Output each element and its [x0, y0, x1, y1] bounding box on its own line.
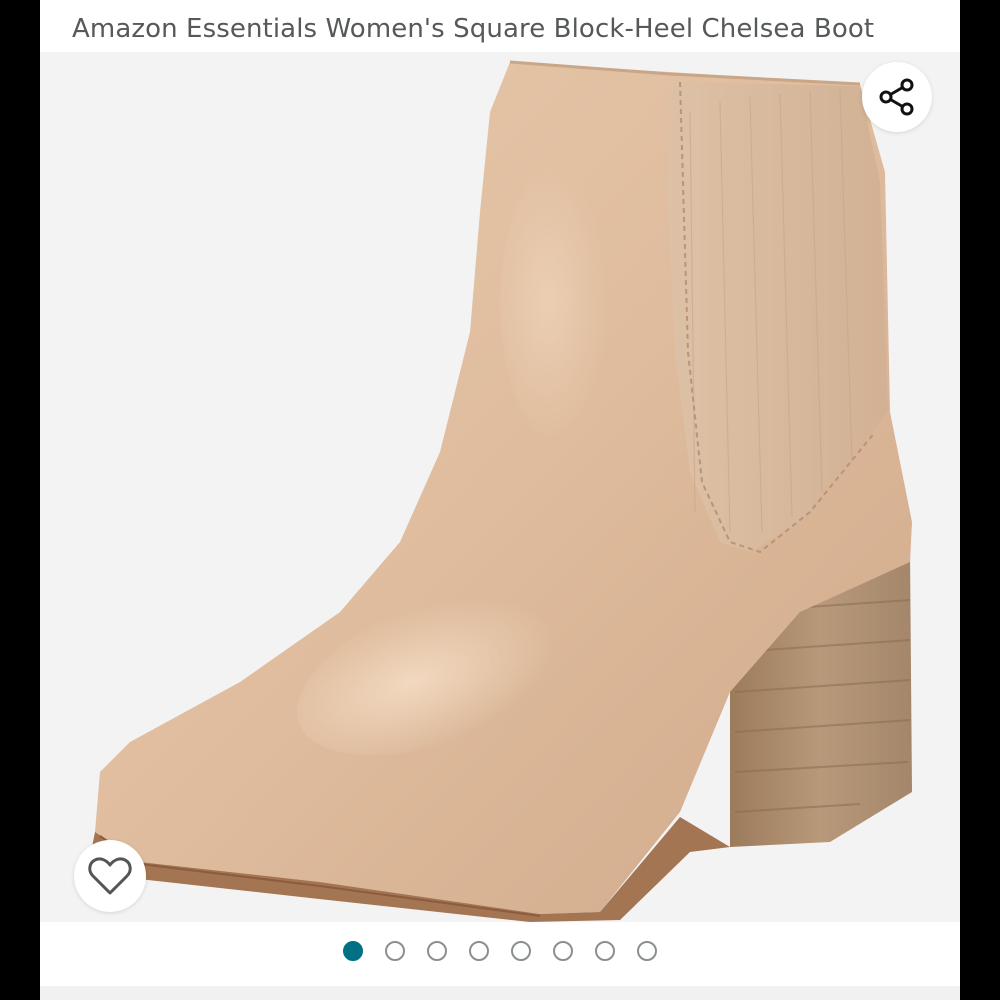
heart-outline-icon: [88, 857, 132, 895]
image-pagination: [40, 938, 960, 964]
image-gallery[interactable]: [40, 52, 960, 922]
section-divider: [40, 986, 960, 1000]
share-button[interactable]: [862, 62, 932, 132]
product-title: Amazon Essentials Women's Square Block-H…: [72, 14, 875, 44]
pagination-dot-8[interactable]: [637, 941, 657, 961]
pagination-dot-7[interactable]: [595, 941, 615, 961]
share-icon: [879, 78, 914, 116]
pagination-dot-3[interactable]: [427, 941, 447, 961]
pagination-dot-1[interactable]: [343, 941, 363, 961]
product-image: [92, 60, 912, 922]
pagination-dot-6[interactable]: [553, 941, 573, 961]
add-to-wishlist-button[interactable]: [74, 840, 146, 912]
pagination-dot-5[interactable]: [511, 941, 531, 961]
pagination-dot-4[interactable]: [469, 941, 489, 961]
pagination-dot-2[interactable]: [385, 941, 405, 961]
product-page: Amazon Essentials Women's Square Block-H…: [40, 0, 960, 1000]
